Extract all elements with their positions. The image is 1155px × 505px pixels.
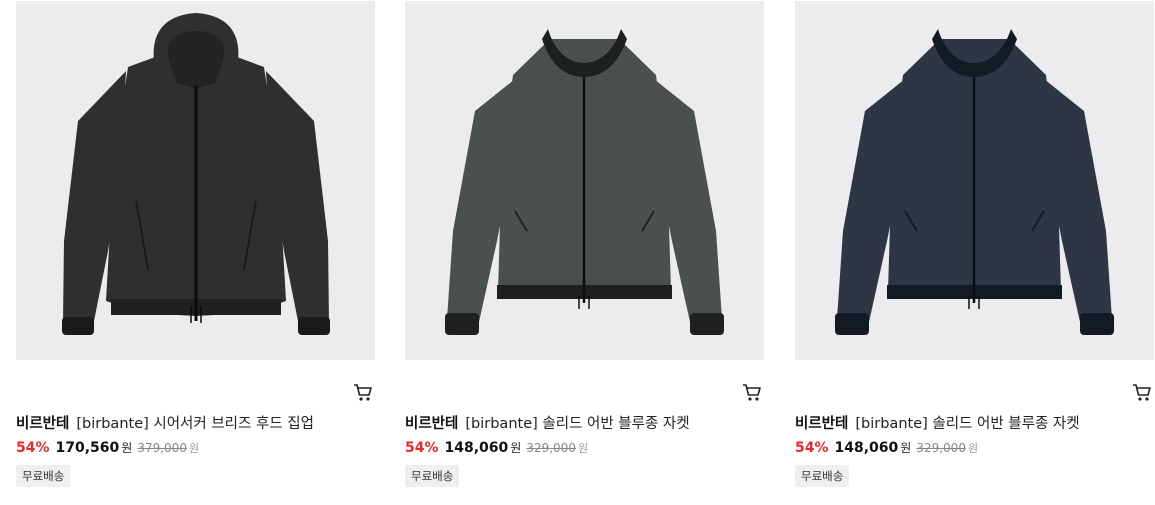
product-grid: 비르반테 [birbante] 시어서커 브리즈 후드 집업 54% 170,560… <box>16 0 1155 505</box>
product-name[interactable]: [birbante] 시어서커 브리즈 후드 집업 <box>76 416 314 432</box>
sale-price: 148,060 <box>834 440 899 456</box>
discount-rate: 54% <box>795 440 829 456</box>
free-shipping-badge: 무료배송 <box>795 465 850 487</box>
brand-name[interactable]: 비르반테 <box>405 416 458 432</box>
add-to-cart-button[interactable] <box>1131 381 1153 403</box>
jacket-body <box>62 13 330 335</box>
product-image[interactable] <box>405 1 764 360</box>
product-title[interactable]: 비르반테 [birbante] 시어서커 브리즈 후드 집업 <box>16 413 371 435</box>
original-price: 329,000 <box>526 441 576 455</box>
price-unit: 원 <box>900 441 912 455</box>
discount-rate: 54% <box>405 440 439 456</box>
product-title[interactable]: 비르반테 [birbante] 솔리드 어반 블루종 자켓 <box>795 413 1150 435</box>
sale-price: 170,560 <box>55 440 120 456</box>
price-unit: 원 <box>510 441 522 455</box>
sale-price: 148,060 <box>444 440 509 456</box>
cart-icon <box>1133 384 1151 401</box>
price-info: 54% 170,560 원 379,000 원 <box>16 437 199 459</box>
add-to-cart-button[interactable] <box>741 381 763 403</box>
original-price: 379,000 <box>137 441 187 455</box>
cart-icon <box>354 384 372 401</box>
product-image[interactable] <box>16 1 375 360</box>
price-info: 54% 148,060 원 329,000 원 <box>405 437 588 459</box>
product-name[interactable]: [birbante] 솔리드 어반 블루종 자켓 <box>465 416 689 432</box>
jacket-body <box>835 29 1114 335</box>
free-shipping-badge: 무료배송 <box>405 465 460 487</box>
original-price-unit: 원 <box>188 442 200 455</box>
price-unit: 원 <box>121 441 133 455</box>
product-image[interactable] <box>795 1 1154 360</box>
original-price: 329,000 <box>916 441 966 455</box>
brand-name[interactable]: 비르반테 <box>16 416 69 432</box>
price-info: 54% 148,060 원 329,000 원 <box>795 437 978 459</box>
original-price-unit: 원 <box>967 442 979 455</box>
cart-icon <box>743 384 761 401</box>
product-title[interactable]: 비르반테 [birbante] 솔리드 어반 블루종 자켓 <box>405 413 760 435</box>
add-to-cart-button[interactable] <box>352 381 374 403</box>
original-price-unit: 원 <box>577 442 589 455</box>
jacket-body <box>445 29 724 335</box>
brand-name[interactable]: 비르반테 <box>795 416 848 432</box>
product-card[interactable]: 비르반테 [birbante] 솔리드 어반 블루종 자켓 54% 148,060 원… <box>405 0 765 505</box>
bomber-jacket-image <box>835 29 1114 335</box>
product-name[interactable]: [birbante] 솔리드 어반 블루종 자켓 <box>855 416 1079 432</box>
product-card[interactable]: 비르반테 [birbante] 솔리드 어반 블루종 자켓 54% 148,060 원… <box>795 0 1155 505</box>
hooded-jacket-image <box>62 13 330 335</box>
bomber-jacket-image <box>445 29 724 335</box>
free-shipping-badge: 무료배송 <box>16 465 71 487</box>
product-card[interactable]: 비르반테 [birbante] 시어서커 브리즈 후드 집업 54% 170,560… <box>16 0 376 505</box>
discount-rate: 54% <box>16 440 50 456</box>
